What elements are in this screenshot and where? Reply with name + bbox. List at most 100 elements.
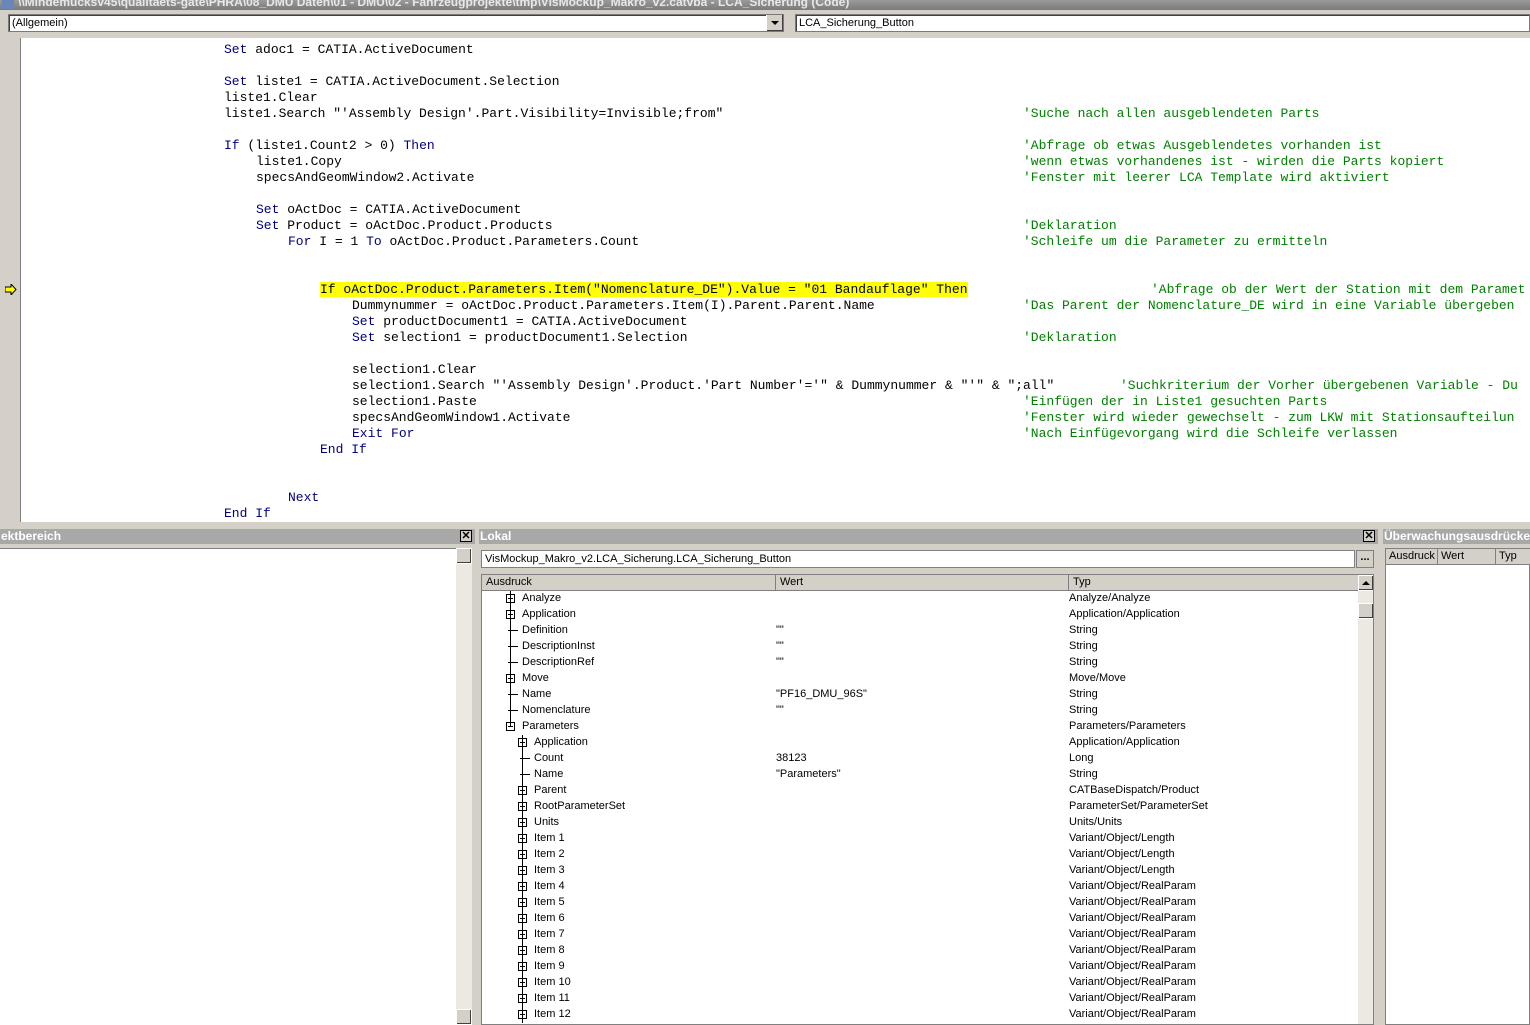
locals-row[interactable]: Move Move/Move (482, 671, 1358, 687)
code-margin[interactable] (0, 38, 21, 522)
code-line[interactable]: For I = 1 To oActDoc.Product.Parameters.… (20, 234, 1530, 250)
locals-row[interactable]: Application Application/Application (482, 735, 1358, 751)
tree-guide-line (510, 591, 511, 727)
code-line[interactable]: End If (20, 442, 1530, 458)
close-icon[interactable]: ✕ (1363, 530, 1375, 542)
locals-row[interactable]: Item 5 Variant/Object/RealParam (482, 895, 1358, 911)
locals-grid[interactable]: Ausdruck Wert Typ Analyze Analyze/Analyze… (481, 574, 1374, 1025)
code-line[interactable]: liste1.Search "'Assembly Design'.Part.Vi… (20, 106, 1530, 122)
code-line[interactable]: Set selection1 = productDocument1.Select… (20, 330, 1530, 346)
watch-grid[interactable]: Ausdruck Wert Typ (1385, 548, 1530, 1025)
code-line[interactable] (20, 458, 1530, 474)
code-line[interactable] (20, 250, 1530, 266)
locals-row[interactable]: Item 10 Variant/Object/RealParam (482, 975, 1358, 991)
chevron-down-icon[interactable] (766, 15, 783, 31)
column-header-type[interactable]: Typ (1069, 575, 1358, 590)
code-line[interactable]: Set Product = oActDoc.Product.Products 'D… (20, 218, 1530, 234)
locals-row[interactable]: Item 6 Variant/Object/RealParam (482, 911, 1358, 927)
code-comment: 'Fenster mit leerer LCA Template wird ak… (1023, 170, 1390, 185)
procedure-combo[interactable]: LCA_Sicherung_Button (795, 14, 1530, 32)
code-line[interactable]: Set adoc1 = CATIA.ActiveDocument (20, 42, 1530, 58)
project-tree[interactable] (0, 548, 456, 1025)
locals-value[interactable]: 38123 (776, 752, 807, 764)
locals-row[interactable]: Count 38123 Long (482, 751, 1358, 767)
locals-value[interactable]: "" (776, 640, 784, 652)
locals-row[interactable]: Nomenclature "" String (482, 703, 1358, 719)
code-line[interactable]: selection1.Clear (20, 362, 1530, 378)
locals-expression: DescriptionRef (522, 656, 595, 668)
locals-row[interactable]: Parent CATBaseDispatch/Product (482, 783, 1358, 799)
code-text: Set adoc1 = CATIA.ActiveDocument (224, 42, 474, 57)
code-line[interactable]: If oActDoc.Product.Parameters.Item("Nome… (20, 282, 1530, 298)
scroll-up-button[interactable] (1358, 575, 1373, 591)
code-editor[interactable]: Set adoc1 = CATIA.ActiveDocument Set list… (20, 42, 1530, 522)
code-line[interactable]: Set oActDoc = CATIA.ActiveDocument (20, 202, 1530, 218)
locals-row[interactable]: Application Application/Application (482, 607, 1358, 623)
locals-row[interactable]: Item 12 Variant/Object/RealParam (482, 1007, 1358, 1023)
code-line[interactable]: End If (20, 506, 1530, 522)
scroll-thumb[interactable] (1358, 603, 1373, 619)
locals-value[interactable]: "" (776, 656, 784, 668)
code-line[interactable]: Exit For 'Nach Einfügevorgang wird die Sc… (20, 426, 1530, 442)
locals-row[interactable]: Name "Parameters" String (482, 767, 1358, 783)
locals-row[interactable]: Name "PF16_DMU_96S" String (482, 687, 1358, 703)
scroll-down-button[interactable] (456, 1009, 472, 1025)
locals-row[interactable]: RootParameterSet ParameterSet/ParameterSe… (482, 799, 1358, 815)
locals-row[interactable]: Item 4 Variant/Object/RealParam (482, 879, 1358, 895)
code-line[interactable]: liste1.Clear (20, 90, 1530, 106)
code-line[interactable] (20, 186, 1530, 202)
close-icon[interactable]: ✕ (460, 530, 472, 542)
locals-row[interactable]: Item 11 Variant/Object/RealParam (482, 991, 1358, 1007)
code-line[interactable]: selection1.Paste 'Einfügen der in Liste1 … (20, 394, 1530, 410)
code-text: specsAndGeomWindow2.Activate (256, 170, 475, 185)
locals-row[interactable]: DescriptionInst "" String (482, 639, 1358, 655)
code-line[interactable]: liste1.Copy 'wenn etwas vorhandenes ist -… (20, 154, 1530, 170)
locals-expression: Item 6 (534, 912, 565, 924)
locals-row[interactable]: DescriptionRef "" String (482, 655, 1358, 671)
locals-row[interactable]: Item 2 Variant/Object/Length (482, 847, 1358, 863)
code-line[interactable]: If (liste1.Count2 > 0) Then 'Abfrage ob e… (20, 138, 1530, 154)
window-title-bar[interactable]: \\Mindemucksv45\qualitaets-gate\PHRA\08_… (0, 0, 1530, 10)
code-line[interactable] (20, 474, 1530, 490)
locals-row[interactable]: Definition "" String (482, 623, 1358, 639)
vba-app-icon (2, 0, 14, 9)
code-line[interactable]: Set productDocument1 = CATIA.ActiveDocum… (20, 314, 1530, 330)
code-line[interactable] (20, 58, 1530, 74)
column-header-expression[interactable]: Ausdruck (482, 575, 776, 590)
locals-row[interactable]: Analyze Analyze/Analyze (482, 591, 1358, 607)
code-line[interactable] (20, 266, 1530, 282)
locals-value[interactable]: "Parameters" (776, 768, 841, 780)
locals-value[interactable]: "PF16_DMU_96S" (776, 688, 867, 700)
locals-row[interactable]: Item 7 Variant/Object/RealParam (482, 927, 1358, 943)
code-window[interactable]: Set adoc1 = CATIA.ActiveDocument Set list… (0, 38, 1530, 522)
column-header-expression[interactable]: Ausdruck (1386, 549, 1438, 564)
project-scrollbar[interactable] (456, 548, 472, 1025)
scroll-up-button[interactable] (456, 548, 472, 564)
locals-row[interactable]: Item 1 Variant/Object/Length (482, 831, 1358, 847)
locals-row[interactable]: Units Units/Units (482, 815, 1358, 831)
code-line[interactable]: specsAndGeomWindow1.Activate 'Fenster wir… (20, 410, 1530, 426)
code-line[interactable] (20, 122, 1530, 138)
code-line[interactable]: Set liste1 = CATIA.ActiveDocument.Select… (20, 74, 1530, 90)
locals-row[interactable]: Item 3 Variant/Object/Length (482, 863, 1358, 879)
call-stack-button[interactable]: ... (1356, 550, 1374, 568)
locals-grid-body[interactable]: Analyze Analyze/Analyze Application Applica… (482, 591, 1358, 1023)
locals-row[interactable]: Parameters Parameters/Parameters (482, 719, 1358, 735)
object-combo[interactable]: (Allgemein) (8, 14, 784, 32)
locals-row[interactable]: Item 8 Variant/Object/RealParam (482, 943, 1358, 959)
code-line[interactable] (20, 346, 1530, 362)
code-text: If oActDoc.Product.Parameters.Item("Nome… (320, 282, 968, 297)
code-line[interactable]: Next (20, 490, 1530, 506)
column-header-type[interactable]: Typ (1496, 549, 1530, 564)
code-line[interactable]: Dummynummer = oActDoc.Product.Parameters… (20, 298, 1530, 314)
locals-value[interactable]: "" (776, 624, 784, 636)
column-header-value[interactable]: Wert (776, 575, 1069, 590)
column-header-value[interactable]: Wert (1438, 549, 1496, 564)
locals-row[interactable]: Item 9 Variant/Object/RealParam (482, 959, 1358, 975)
locals-type: Variant/Object/RealParam (1069, 912, 1196, 924)
code-line[interactable]: selection1.Search "'Assembly Design'.Pro… (20, 378, 1530, 394)
locals-value[interactable]: "" (776, 704, 784, 716)
code-comment: 'Abfrage ob etwas Ausgeblendetes vorhand… (1023, 138, 1382, 153)
code-line[interactable]: specsAndGeomWindow2.Activate 'Fenster mit… (20, 170, 1530, 186)
locals-scrollbar[interactable] (1358, 575, 1373, 1024)
